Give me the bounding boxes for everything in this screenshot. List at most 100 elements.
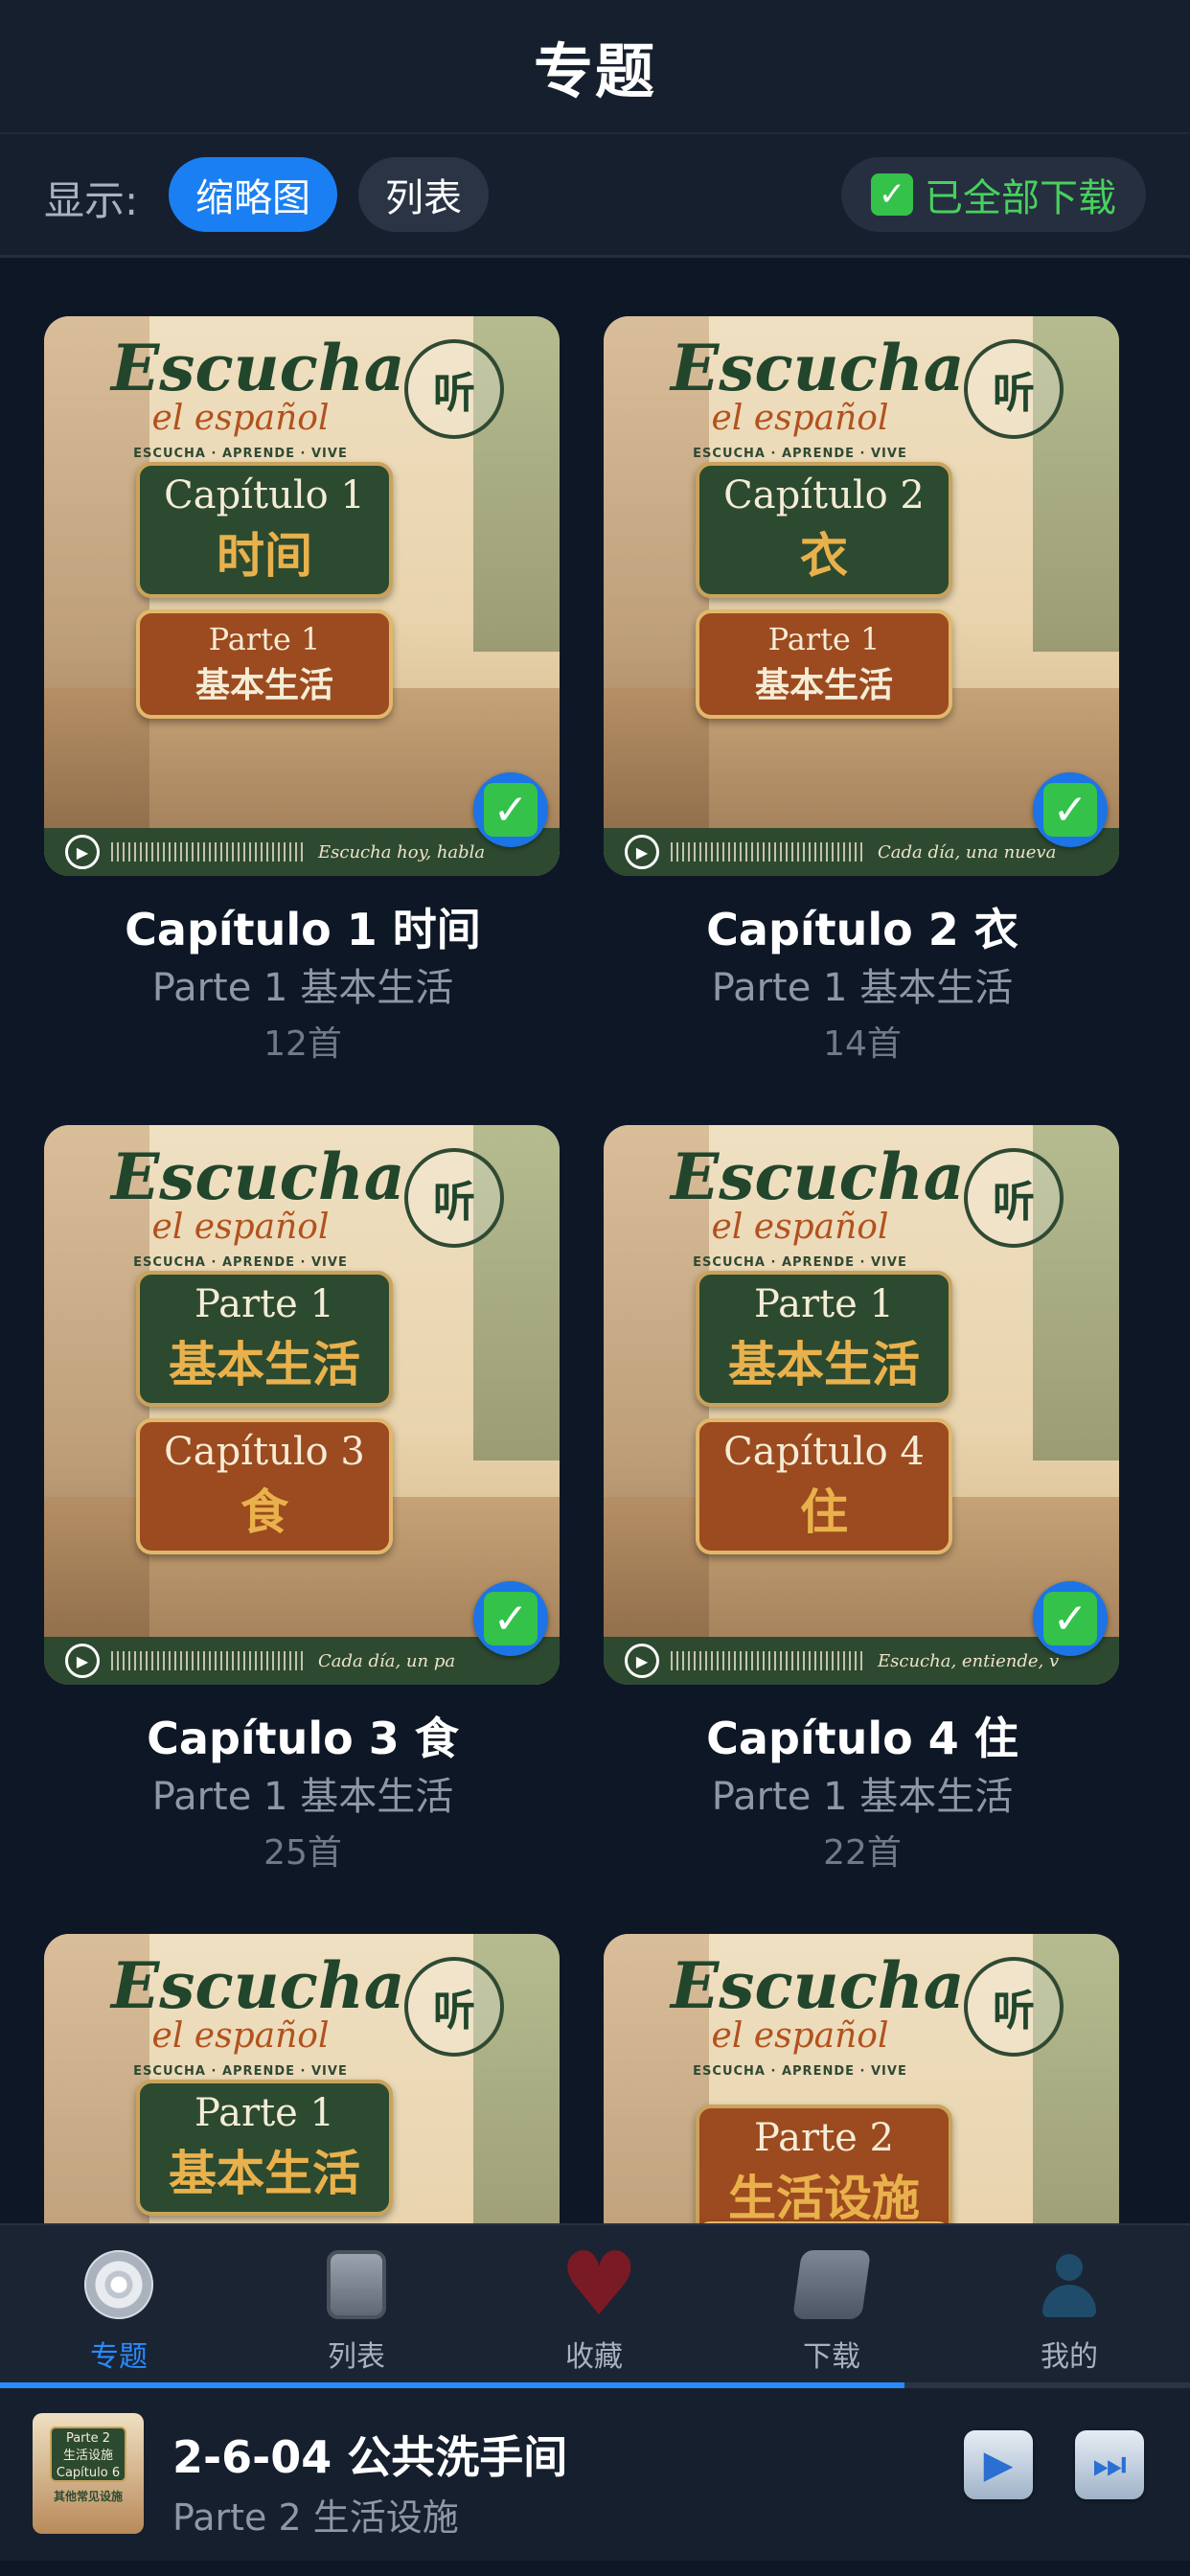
waveform-icon bbox=[671, 1651, 862, 1670]
tab-list[interactable]: 列表 bbox=[238, 2225, 475, 2384]
cover-sign-secondary: Parte 1 基本生活 bbox=[136, 610, 393, 719]
cover-sign-secondary: Capítulo 3 食 bbox=[136, 1418, 393, 1554]
now-playing-artwork: Parte 2 生活设施 Capítulo 6 其他常见设施 bbox=[33, 2413, 144, 2534]
tab-label: 下载 bbox=[803, 2340, 860, 2374]
cover-brand-title: Escucha bbox=[111, 1948, 405, 2023]
skip-next-icon: ⏭ bbox=[1092, 2443, 1127, 2487]
play-circle-icon: ▶ bbox=[65, 835, 100, 869]
cover-brand-subtitle: el español bbox=[711, 2016, 889, 2056]
disc-icon bbox=[84, 2250, 153, 2319]
cover-audio-strip: ▶ Cada día, un pa bbox=[44, 1637, 560, 1685]
cover-sign-primary: Parte 1 基本生活 bbox=[136, 2080, 393, 2216]
topic-subtitle: Parte 1 基本生活 bbox=[711, 1775, 1014, 1819]
cover-caption: Escucha hoy, habla bbox=[318, 841, 486, 862]
listen-seal-icon: 听 bbox=[964, 339, 1064, 439]
topic-subtitle: Parte 1 基本生活 bbox=[151, 1775, 454, 1819]
cover-tagline: ESCUCHA · APRENDE · VIVE bbox=[133, 447, 348, 461]
cover-tagline: ESCUCHA · APRENDE · VIVE bbox=[693, 1255, 907, 1270]
cover-brand-subtitle: el español bbox=[711, 1208, 889, 1247]
page-title: 专题 bbox=[533, 36, 656, 106]
listen-seal-icon: 听 bbox=[404, 1957, 504, 2057]
cover-brand-subtitle: el español bbox=[151, 2016, 330, 2056]
cover-sign-line: 生活设施 bbox=[728, 2171, 920, 2223]
cover-sign-primary: Parte 2 生活设施 bbox=[696, 2104, 952, 2223]
check-icon: ✓ bbox=[1043, 783, 1097, 837]
listen-seal-icon: 听 bbox=[404, 1148, 504, 1248]
tab-favorites[interactable]: 收藏 bbox=[475, 2225, 713, 2384]
tab-downloads[interactable]: 下载 bbox=[713, 2225, 950, 2384]
cover-sign-line: Parte 1 bbox=[754, 1282, 894, 1326]
cover-sign-primary: Parte 1 基本生活 bbox=[136, 1271, 393, 1407]
cover-sign-line: 衣 bbox=[800, 528, 848, 584]
cover-sign-line: 基本生活 bbox=[754, 666, 893, 705]
cover-caption: Escucha, entiende, v bbox=[878, 1650, 1060, 1671]
list-mode-button[interactable]: 列表 bbox=[358, 157, 489, 232]
cover-audio-strip: ▶ Escucha hoy, habla bbox=[44, 828, 560, 876]
thumbnail-mode-button[interactable]: 缩略图 bbox=[169, 157, 337, 232]
next-track-button[interactable]: ⏭ bbox=[1075, 2430, 1144, 2499]
artwork-sign: Parte 2 生活设施 Capítulo 6 bbox=[50, 2426, 126, 2482]
cover-sign-line: Parte 1 bbox=[195, 1282, 334, 1326]
downloaded-badge: ✓ bbox=[473, 772, 548, 847]
listen-seal-icon: 听 bbox=[964, 1148, 1064, 1248]
topic-title: Capítulo 1 时间 bbox=[125, 904, 481, 955]
cover-sign-line: 基本生活 bbox=[169, 2146, 360, 2201]
check-icon: ✓ bbox=[484, 783, 538, 837]
tab-bar: 专题 列表 收藏 下载 我的 bbox=[0, 2223, 1190, 2384]
now-playing-bar[interactable]: Parte 2 生活设施 Capítulo 6 其他常见设施 2-6-04 公共… bbox=[0, 2388, 1190, 2561]
topic-title: Capítulo 4 住 bbox=[706, 1713, 1018, 1764]
display-mode-bar: 显示: 缩略图 列表 ✓ 已全部下载 bbox=[0, 134, 1190, 258]
cover-sign-line: Parte 2 bbox=[754, 2116, 894, 2160]
waveform-icon bbox=[111, 842, 303, 862]
waveform-icon bbox=[111, 1651, 303, 1670]
check-icon: ✓ bbox=[1043, 1592, 1097, 1645]
check-icon: ✓ bbox=[871, 173, 913, 216]
heart-icon bbox=[560, 2233, 629, 2335]
cover-brand-title: Escucha bbox=[671, 331, 965, 405]
cover-tagline: ESCUCHA · APRENDE · VIVE bbox=[693, 447, 907, 461]
tab-label: 专题 bbox=[90, 2340, 148, 2374]
home-indicator-area bbox=[0, 2561, 1190, 2576]
all-downloaded-label: 已全部下载 bbox=[925, 176, 1116, 220]
tab-profile[interactable]: 我的 bbox=[950, 2225, 1188, 2384]
cover-sign-line: 时间 bbox=[217, 528, 312, 584]
cover-sign-line: 基本生活 bbox=[195, 666, 333, 705]
topic-track-count: 22首 bbox=[823, 1833, 902, 1873]
cover-brand-subtitle: el español bbox=[711, 399, 889, 438]
play-circle-icon: ▶ bbox=[625, 1644, 659, 1678]
cover-tagline: ESCUCHA · APRENDE · VIVE bbox=[133, 1255, 348, 1270]
cover-sign-line: Capítulo 2 bbox=[723, 473, 925, 518]
tab-topics[interactable]: 专题 bbox=[0, 2225, 238, 2384]
topic-track-count: 12首 bbox=[263, 1024, 342, 1064]
topic-cover-image[interactable]: Escucha el español ESCUCHA · APRENDE · VIV… bbox=[604, 1934, 1119, 2223]
topic-cover-image[interactable]: Escucha el español ESCUCHA · APRENDE · VIV… bbox=[44, 1934, 560, 2223]
all-downloaded-button[interactable]: ✓ 已全部下载 bbox=[841, 157, 1146, 232]
cover-tagline: ESCUCHA · APRENDE · VIVE bbox=[693, 2064, 907, 2079]
cover-sign-line: 住 bbox=[800, 1484, 848, 1540]
cover-brand-subtitle: el español bbox=[151, 399, 330, 438]
cover-sign-line: Capítulo 4 bbox=[723, 1430, 925, 1474]
topic-subtitle: Parte 1 基本生活 bbox=[151, 966, 454, 1010]
play-circle-icon: ▶ bbox=[625, 835, 659, 869]
cover-tagline: ESCUCHA · APRENDE · VIVE bbox=[133, 2064, 348, 2079]
play-icon: ▶ bbox=[983, 2443, 1014, 2487]
listen-seal-icon: 听 bbox=[404, 339, 504, 439]
cover-sign-primary: Capítulo 1 时间 bbox=[136, 462, 393, 598]
display-label: 显示: bbox=[44, 177, 139, 224]
cover-caption: Cada día, una nueva bbox=[878, 841, 1057, 862]
cover-sign-line: Parte 1 bbox=[767, 621, 881, 657]
topic-title: Capítulo 3 食 bbox=[147, 1713, 459, 1764]
artwork-line: Parte 2 bbox=[65, 2431, 111, 2446]
person-icon bbox=[1035, 2250, 1104, 2319]
downloaded-badge: ✓ bbox=[473, 1581, 548, 1656]
artwork-line: 生活设施 bbox=[62, 2449, 113, 2463]
play-button[interactable]: ▶ bbox=[964, 2430, 1033, 2499]
cover-sign-primary: Parte 1 基本生活 bbox=[696, 1271, 952, 1407]
downloaded-badge: ✓ bbox=[1033, 1581, 1108, 1656]
tab-label: 我的 bbox=[1041, 2340, 1098, 2374]
cover-sign-secondary: Parte 1 基本生活 bbox=[696, 610, 952, 719]
cover-audio-strip: ▶ Escucha, entiende, v bbox=[604, 1637, 1119, 1685]
cover-sign-line: 基本生活 bbox=[169, 1337, 360, 1392]
cover-sign-line: 食 bbox=[240, 1484, 288, 1540]
cover-sign-line: Capítulo 1 bbox=[164, 473, 365, 518]
